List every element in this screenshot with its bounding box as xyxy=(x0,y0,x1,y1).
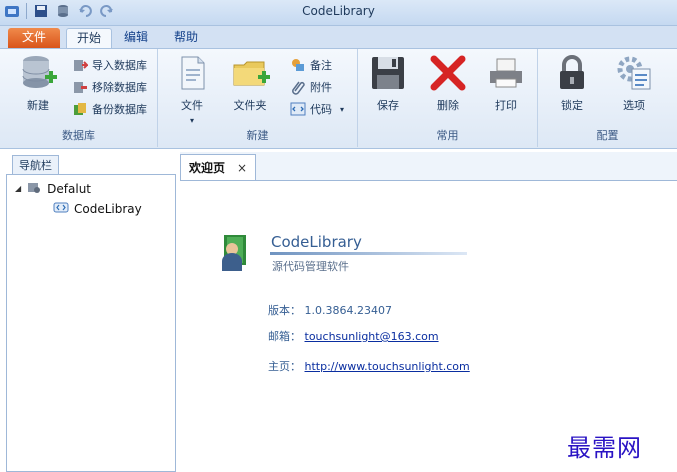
folder-add-icon xyxy=(230,53,270,93)
group-label-common: 常用 xyxy=(436,129,459,142)
note-label: 备注 xyxy=(310,59,332,72)
group-label-config: 配置 xyxy=(596,129,619,142)
import-database-label: 导入数据库 xyxy=(92,59,147,72)
tree-item-child-label: CodeLibray xyxy=(74,201,142,216)
code-label: 代码 xyxy=(310,103,332,116)
database-backup-icon xyxy=(72,101,88,117)
new-file-label: 文件 ▾ xyxy=(181,99,203,125)
tab-edit[interactable]: 编辑 xyxy=(114,28,158,48)
group-config: 锁定 选项 配置 xyxy=(538,49,677,147)
settings-icon xyxy=(614,53,654,93)
delete-button[interactable]: 删除 xyxy=(422,53,474,113)
remove-database-button[interactable]: 移除数据库 xyxy=(72,77,147,97)
tab-home[interactable]: 开始 xyxy=(66,28,112,48)
print-button[interactable]: 打印 xyxy=(480,53,532,113)
group-database: 新建 导入数据库 移除数据库 备份数据库 数据库 xyxy=(0,49,158,147)
new-folder-button[interactable]: 文件夹 xyxy=(224,53,276,113)
code-icon xyxy=(290,101,306,117)
navigation-panel: 导航栏 ◢ Defalut CodeLibray xyxy=(6,152,176,472)
homepage-label: 主页： xyxy=(268,360,301,373)
new-database-label: 新建 xyxy=(27,99,49,112)
database-add-icon xyxy=(18,53,58,93)
group-common: 保存 删除 打印 常用 xyxy=(358,49,538,147)
lock-icon xyxy=(552,53,592,93)
nav-title: 导航栏 xyxy=(12,155,59,175)
ribbon: 新建 导入数据库 移除数据库 备份数据库 数据库 文件 ▾ 文件夹 备注 附件 … xyxy=(0,48,677,149)
database-import-icon xyxy=(72,57,88,73)
attachment-label: 附件 xyxy=(310,81,332,94)
nav-tree[interactable]: ◢ Defalut CodeLibray xyxy=(6,174,176,472)
tab-file[interactable]: 文件 xyxy=(8,28,60,48)
watermark: 最需网 xyxy=(567,434,642,462)
email-row: 邮箱： touchsunlight@163.com xyxy=(268,328,439,344)
note-button[interactable]: 备注 xyxy=(290,55,332,75)
group-create: 文件 ▾ 文件夹 备注 附件 代码 ▾ 新建 xyxy=(158,49,358,147)
title-bar: CodeLibrary xyxy=(0,0,677,26)
nav-header: 导航栏 xyxy=(6,152,176,175)
tree-item-root-label: Defalut xyxy=(47,181,92,196)
homepage-row: 主页： http://www.touchsunlight.com xyxy=(268,358,470,374)
ribbon-tab-bar: 文件 开始 编辑 帮助 xyxy=(0,26,677,48)
backup-database-label: 备份数据库 xyxy=(92,103,147,116)
import-database-button[interactable]: 导入数据库 xyxy=(72,55,147,75)
remove-database-label: 移除数据库 xyxy=(92,81,147,94)
tree-item-root[interactable]: ◢ Defalut xyxy=(15,179,91,198)
document-area: 欢迎页 × CodeLibrary 源代码管理软件 版本： 1.0.3864.2… xyxy=(180,152,677,472)
library-icon xyxy=(26,179,42,198)
lock-label: 锁定 xyxy=(561,99,583,112)
code-node-icon xyxy=(53,199,69,218)
close-icon[interactable]: × xyxy=(237,161,247,175)
collapse-triangle-icon[interactable]: ◢ xyxy=(15,184,21,193)
new-folder-label: 文件夹 xyxy=(233,99,267,112)
group-label-create: 新建 xyxy=(246,129,269,142)
paperclip-icon xyxy=(290,79,306,95)
attachment-button[interactable]: 附件 xyxy=(290,77,332,97)
homepage-link[interactable]: http://www.touchsunlight.com xyxy=(305,360,470,373)
delete-label: 删除 xyxy=(437,99,459,112)
email-link[interactable]: touchsunlight@163.com xyxy=(305,330,439,343)
database-remove-icon xyxy=(72,79,88,95)
new-file-button[interactable]: 文件 ▾ xyxy=(166,53,218,126)
version-label: 版本： xyxy=(268,304,301,317)
options-label: 选项 xyxy=(623,99,645,112)
email-label: 邮箱： xyxy=(268,330,301,343)
code-button[interactable]: 代码 ▾ xyxy=(290,99,344,119)
printer-icon xyxy=(486,53,526,93)
tab-welcome-label: 欢迎页 xyxy=(189,161,226,175)
save-label: 保存 xyxy=(377,99,399,112)
app-logo-icon xyxy=(216,231,256,274)
app-subtitle: 源代码管理软件 xyxy=(272,260,349,273)
delete-x-icon xyxy=(428,53,468,93)
backup-database-button[interactable]: 备份数据库 xyxy=(72,99,147,119)
new-database-button[interactable]: 新建 xyxy=(12,53,64,113)
note-icon xyxy=(290,57,306,73)
app-name: CodeLibrary xyxy=(271,233,362,251)
floppy-disk-icon xyxy=(368,53,408,93)
tab-help[interactable]: 帮助 xyxy=(164,28,208,48)
options-button[interactable]: 选项 xyxy=(608,53,660,113)
version-value: 1.0.3864.23407 xyxy=(304,304,392,317)
lock-button[interactable]: 锁定 xyxy=(546,53,598,113)
window-title: CodeLibrary xyxy=(302,4,375,18)
version-row: 版本： 1.0.3864.23407 xyxy=(268,302,392,318)
tab-welcome[interactable]: 欢迎页 × xyxy=(180,154,256,180)
save-button[interactable]: 保存 xyxy=(362,53,414,113)
title-underline xyxy=(270,252,467,255)
print-label: 打印 xyxy=(495,99,517,112)
chevron-down-icon: ▾ xyxy=(340,104,345,114)
tree-item-child[interactable]: CodeLibray xyxy=(53,199,142,218)
file-icon xyxy=(172,53,212,93)
group-label-database: 数据库 xyxy=(62,129,95,142)
